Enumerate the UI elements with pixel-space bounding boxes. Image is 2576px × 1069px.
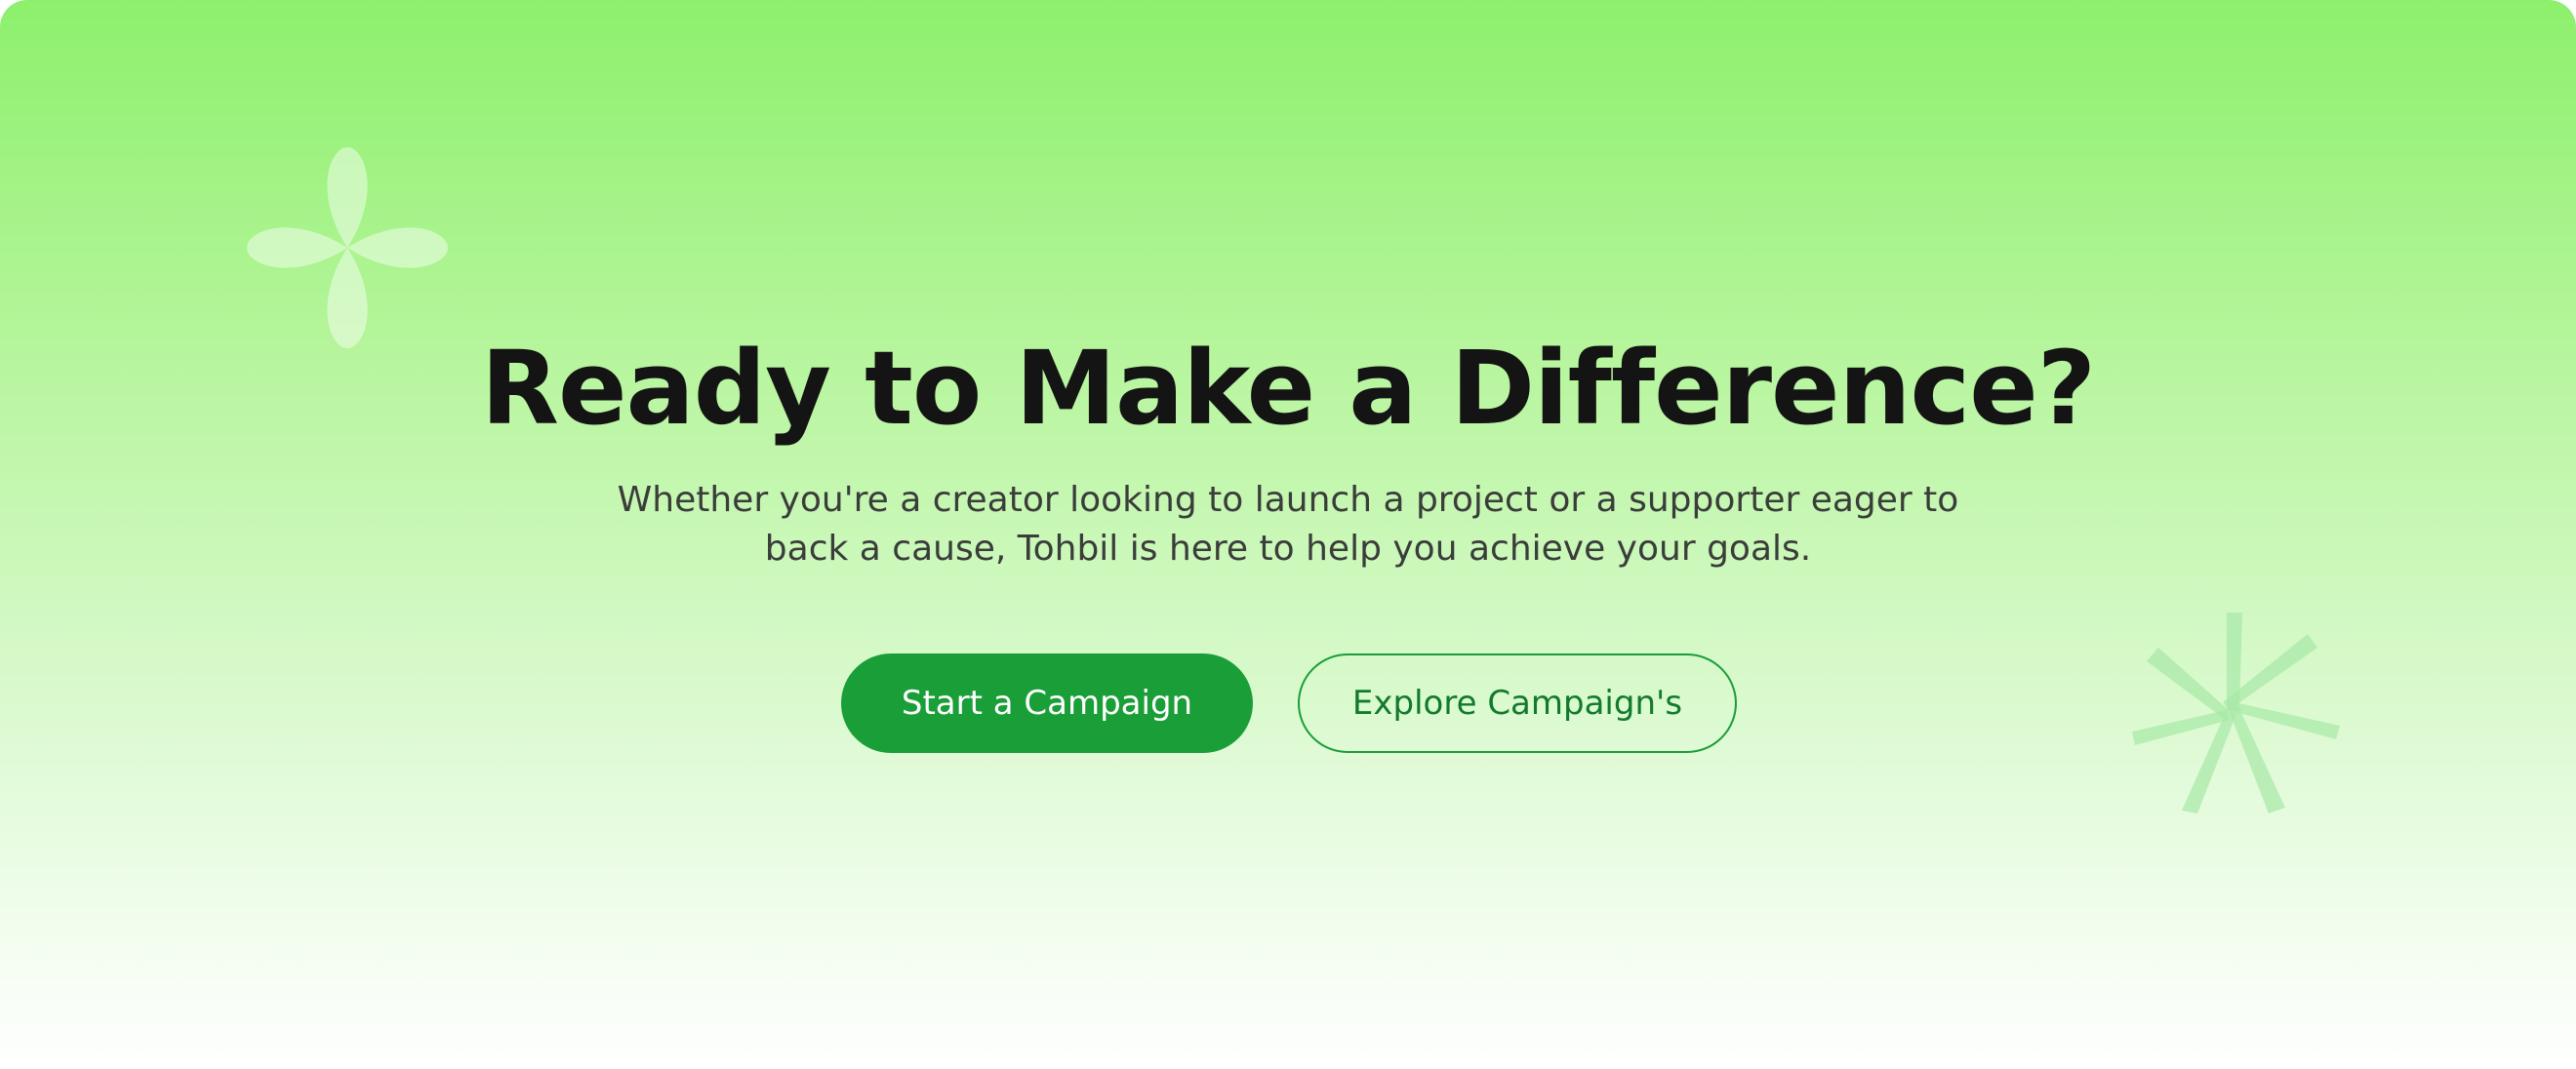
- explore-campaigns-button[interactable]: Explore Campaign's: [1298, 653, 1737, 753]
- start-campaign-button[interactable]: Start a Campaign: [841, 653, 1253, 753]
- four-petal-flower-icon: [247, 147, 448, 348]
- cta-description: Whether you're a creator looking to laun…: [617, 480, 1959, 569]
- cta-headline: Ready to Make a Difference?: [480, 329, 2096, 448]
- asterisk-icon: [2132, 613, 2340, 813]
- cta-section: Ready to Make a Difference? Whether you'…: [0, 0, 2576, 1069]
